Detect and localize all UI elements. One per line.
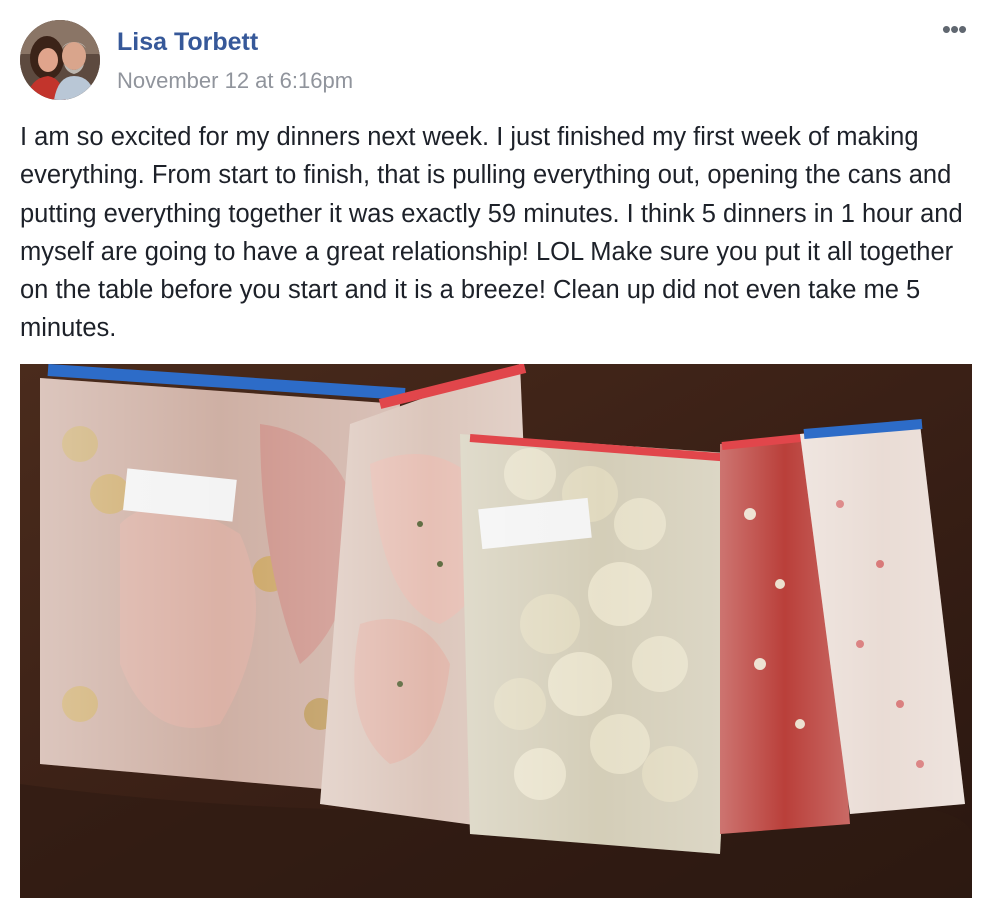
facebook-post: Lisa Torbett November 12 at 6:16pm ••• I… [0, 0, 992, 914]
post-text: I am so excited for my dinners next week… [20, 123, 963, 343]
avatar[interactable] [20, 20, 100, 100]
post-timestamp[interactable]: November 12 at 6:16pm [117, 68, 353, 94]
avatar-photo [20, 20, 100, 100]
freezer-meal-bags-image [20, 364, 972, 898]
post-photo[interactable] [20, 364, 972, 898]
author-name[interactable]: Lisa Torbett [117, 28, 258, 57]
post-header: Lisa Torbett November 12 at 6:16pm ••• [20, 16, 972, 102]
bag-herb-potatoes [460, 434, 740, 854]
more-options-icon[interactable]: ••• [936, 16, 972, 50]
